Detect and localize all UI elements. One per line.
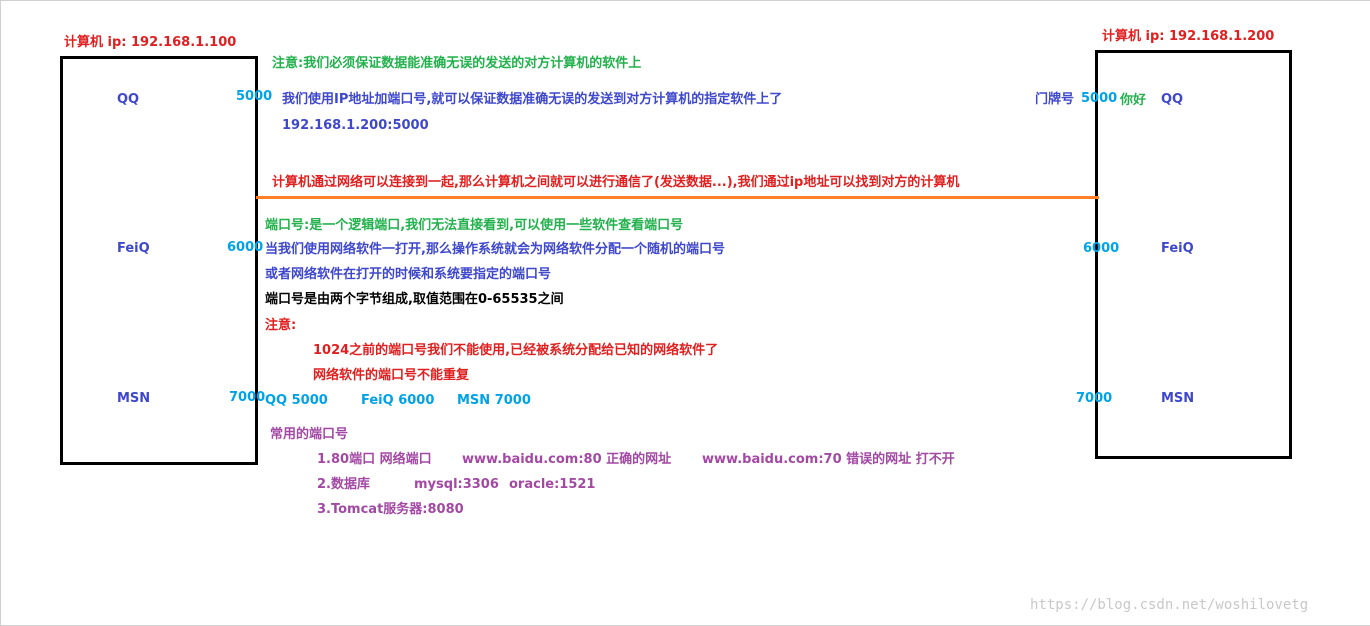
- common-mysql-port: mysql:3306: [414, 477, 499, 492]
- port-range: 端口号是由两个字节组成,取值范围在0-65535之间: [265, 292, 564, 307]
- door-number-label: 门牌号: [1035, 92, 1075, 107]
- ip-port-line: 我们使用IP地址加端口号,就可以保证数据准确无误的发送到对方计算机的指定软件上了: [282, 92, 783, 107]
- right-app-msn: MSN: [1161, 391, 1195, 406]
- common-oracle-port: oracle:1521: [509, 477, 596, 492]
- port-list-msn: MSN 7000: [457, 393, 531, 408]
- left-port-msn: 7000: [229, 390, 266, 405]
- common-ports-title: 常用的端口号: [270, 427, 349, 442]
- hello-text: 你好: [1120, 93, 1147, 108]
- watermark: https://blog.csdn.net/woshilovetg: [1030, 597, 1309, 613]
- right-app-feiq: FeiQ: [1161, 241, 1194, 256]
- left-port-feiq: 6000: [227, 240, 264, 255]
- left-app-feiq: FeiQ: [117, 241, 150, 256]
- common-port-80: 1.80端口 网络端口: [317, 452, 432, 467]
- right-computer-ip-label: 计算机 ip: 192.168.1.200: [1102, 29, 1275, 44]
- common-tomcat-port: 3.Tomcat服务器:8080: [317, 502, 464, 517]
- port-list-feiq: FeiQ 6000: [361, 393, 435, 408]
- common-port-70-wrong-url: www.baidu.com:70 错误的网址 打不开: [702, 452, 955, 467]
- port-definition: 端口号:是一个逻辑端口,我们无法直接看到,可以使用一些软件查看端口号: [265, 218, 684, 233]
- right-app-qq: QQ: [1161, 92, 1184, 107]
- right-port-qq: 5000: [1081, 91, 1118, 106]
- common-database: 2.数据库: [317, 477, 370, 492]
- network-connection-line: [256, 196, 1099, 199]
- note-top: 注意:我们必须保证数据能准确无误的发送的对方计算机的软件上: [272, 56, 642, 71]
- caution-reserved-ports: 1024之前的端口号我们不能使用,已经被系统分配给已知的网络软件了: [313, 343, 719, 358]
- port-list-qq: QQ 5000: [265, 393, 328, 408]
- left-computer-ip-label: 计算机 ip: 192.168.1.100: [64, 35, 237, 50]
- left-port-qq: 5000: [236, 89, 273, 104]
- common-port-80-correct-url: www.baidu.com:80 正确的网址: [462, 452, 672, 467]
- caution-no-duplicate: 网络软件的端口号不能重复: [313, 368, 470, 383]
- left-app-qq: QQ: [117, 92, 140, 107]
- left-app-msn: MSN: [117, 391, 151, 406]
- network-description: 计算机通过网络可以连接到一起,那么计算机之间就可以进行通信了(发送数据...),…: [272, 175, 960, 190]
- port-assigned: 或者网络软件在打开的时候和系统要指定的端口号: [265, 267, 552, 282]
- ip-port-example: 192.168.1.200:5000: [282, 118, 429, 133]
- right-port-msn: 7000: [1076, 391, 1113, 406]
- caution-title: 注意:: [265, 318, 297, 333]
- right-port-feiq: 6000: [1083, 241, 1120, 256]
- port-random-allocation: 当我们使用网络软件一打开,那么操作系统就会为网络软件分配一个随机的端口号: [265, 242, 725, 257]
